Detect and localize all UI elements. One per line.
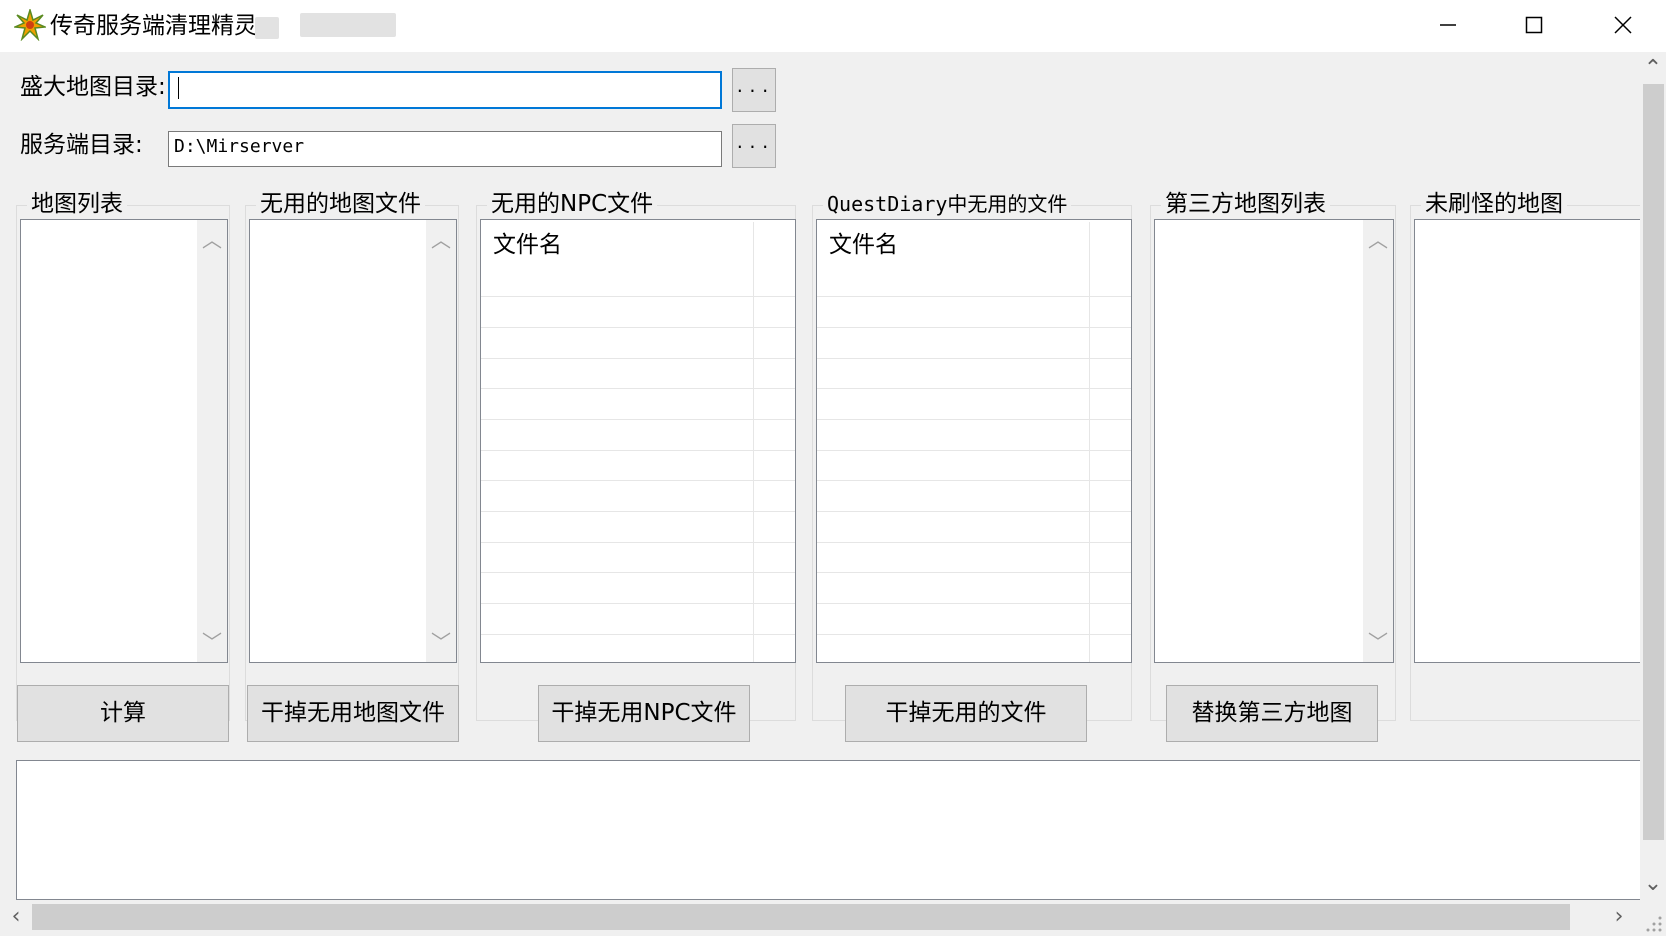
unused-map-files-title: 无用的地图文件 bbox=[256, 189, 425, 219]
unspawned-maps-title: 未刷怪的地图 bbox=[1421, 189, 1567, 219]
close-icon bbox=[1614, 16, 1632, 34]
questdiary-unused-group: QuestDiary中无用的文件 文件名 bbox=[812, 189, 1132, 721]
blurred-title-extra bbox=[255, 17, 279, 39]
grid-line bbox=[817, 480, 1131, 481]
map-list-group: 地图列表 ︿ ﹀ bbox=[16, 189, 230, 721]
scroll-left-icon[interactable]: ‹ bbox=[4, 906, 28, 928]
grid-line bbox=[817, 296, 1131, 297]
scroll-down-icon[interactable]: ﹀ bbox=[1363, 632, 1393, 652]
star-icon bbox=[12, 7, 48, 42]
browse-shanda-map-button[interactable]: ... bbox=[732, 68, 776, 112]
grid-line bbox=[481, 603, 795, 604]
questdiary-unused-listview[interactable]: 文件名 bbox=[816, 219, 1132, 663]
unspawned-maps-listbox[interactable] bbox=[1414, 219, 1651, 663]
scroll-up-icon[interactable]: ︿ bbox=[197, 230, 227, 250]
window-title: 传奇服务端清理精灵 bbox=[50, 13, 257, 39]
column-header-filename[interactable]: 文件名 bbox=[493, 230, 562, 260]
unspawned-maps-group: 未刷怪的地图 bbox=[1410, 189, 1651, 721]
scroll-down-icon[interactable]: ⌄ bbox=[1642, 873, 1664, 895]
unused-map-files-scrollbar[interactable]: ︿ ﹀ bbox=[426, 220, 456, 662]
map-list-title: 地图列表 bbox=[27, 189, 127, 219]
grid-line bbox=[817, 327, 1131, 328]
grid-line bbox=[817, 634, 1131, 635]
grid-line bbox=[817, 542, 1131, 543]
map-listbox[interactable]: ︿ ﹀ bbox=[20, 219, 228, 663]
grid-line bbox=[481, 327, 795, 328]
replace-third-party-button[interactable]: 替换第三方地图 bbox=[1166, 685, 1378, 742]
grid-line bbox=[481, 511, 795, 512]
scroll-up-icon[interactable]: ︿ bbox=[426, 230, 456, 250]
grid-line bbox=[481, 572, 795, 573]
grid-line bbox=[817, 358, 1131, 359]
grid-line bbox=[481, 634, 795, 635]
column-header-filename[interactable]: 文件名 bbox=[829, 230, 898, 260]
third-party-maps-title: 第三方地图列表 bbox=[1161, 189, 1330, 219]
unused-npc-files-listview[interactable]: 文件名 bbox=[480, 219, 796, 663]
column-separator bbox=[753, 222, 754, 662]
shanda-map-dir-input[interactable] bbox=[168, 71, 722, 109]
title-bar[interactable]: 传奇服务端清理精灵 bbox=[0, 0, 1666, 52]
grid-line bbox=[817, 419, 1131, 420]
grid-line bbox=[481, 450, 795, 451]
vertical-scroll-thumb[interactable] bbox=[1643, 84, 1664, 840]
unused-npc-files-group: 无用的NPC文件 文件名 bbox=[476, 189, 796, 721]
maximize-icon bbox=[1525, 16, 1543, 34]
text-caret bbox=[178, 77, 179, 99]
scroll-up-icon[interactable]: ︿ bbox=[1363, 230, 1393, 250]
scroll-up-icon[interactable]: ⌃ bbox=[1642, 58, 1664, 80]
remove-unused-files-button[interactable]: 干掉无用的文件 bbox=[845, 685, 1087, 742]
browse-server-button[interactable]: ... bbox=[732, 124, 776, 168]
third-party-maps-group: 第三方地图列表 ︿ ﹀ bbox=[1150, 189, 1396, 721]
server-dir-input[interactable]: D:\Mirserver bbox=[168, 131, 722, 167]
blurred-title-extra bbox=[300, 13, 396, 37]
horizontal-scroll-thumb[interactable] bbox=[32, 904, 1570, 930]
server-dir-label: 服务端目录: bbox=[20, 132, 143, 158]
unused-map-files-listbox[interactable]: ︿ ﹀ bbox=[249, 219, 457, 663]
close-button[interactable] bbox=[1580, 0, 1666, 50]
scroll-down-icon[interactable]: ﹀ bbox=[197, 632, 227, 652]
shanda-map-dir-label: 盛大地图目录: bbox=[20, 74, 166, 100]
column-separator bbox=[1089, 222, 1090, 662]
listview-header[interactable]: 文件名 bbox=[481, 220, 795, 274]
grid-line bbox=[481, 542, 795, 543]
log-output[interactable] bbox=[16, 760, 1640, 900]
remove-unused-npc-button[interactable]: 干掉无用NPC文件 bbox=[538, 685, 750, 742]
minimize-icon bbox=[1440, 24, 1456, 26]
grid-line bbox=[817, 450, 1131, 451]
grid-line bbox=[817, 511, 1131, 512]
grid-line bbox=[817, 572, 1131, 573]
size-grip-icon[interactable] bbox=[1640, 900, 1666, 936]
calculate-button[interactable]: 计算 bbox=[17, 685, 229, 742]
third-party-maps-listbox[interactable]: ︿ ﹀ bbox=[1154, 219, 1394, 663]
minimize-button[interactable] bbox=[1405, 0, 1491, 50]
unused-npc-files-title: 无用的NPC文件 bbox=[487, 189, 658, 219]
grid-line bbox=[817, 603, 1131, 604]
questdiary-unused-title: QuestDiary中无用的文件 bbox=[823, 189, 1072, 219]
listview-header[interactable]: 文件名 bbox=[817, 220, 1131, 274]
grid-line bbox=[481, 419, 795, 420]
unused-map-files-group: 无用的地图文件 ︿ ﹀ bbox=[245, 189, 459, 721]
scroll-down-icon[interactable]: ﹀ bbox=[426, 632, 456, 652]
grid-line bbox=[817, 388, 1131, 389]
scroll-right-icon[interactable]: › bbox=[1607, 906, 1631, 928]
client-area: 盛大地图目录: ... 服务端目录: D:\Mirserver ... 地图列表… bbox=[0, 52, 1651, 900]
maximize-button[interactable] bbox=[1491, 0, 1577, 50]
grid-line bbox=[481, 358, 795, 359]
remove-unused-maps-button[interactable]: 干掉无用地图文件 bbox=[247, 685, 459, 742]
third-party-maps-scrollbar[interactable]: ︿ ﹀ bbox=[1363, 220, 1393, 662]
map-listbox-scrollbar[interactable]: ︿ ﹀ bbox=[197, 220, 227, 662]
grid-line bbox=[481, 480, 795, 481]
grid-line bbox=[481, 296, 795, 297]
grid-line bbox=[481, 388, 795, 389]
